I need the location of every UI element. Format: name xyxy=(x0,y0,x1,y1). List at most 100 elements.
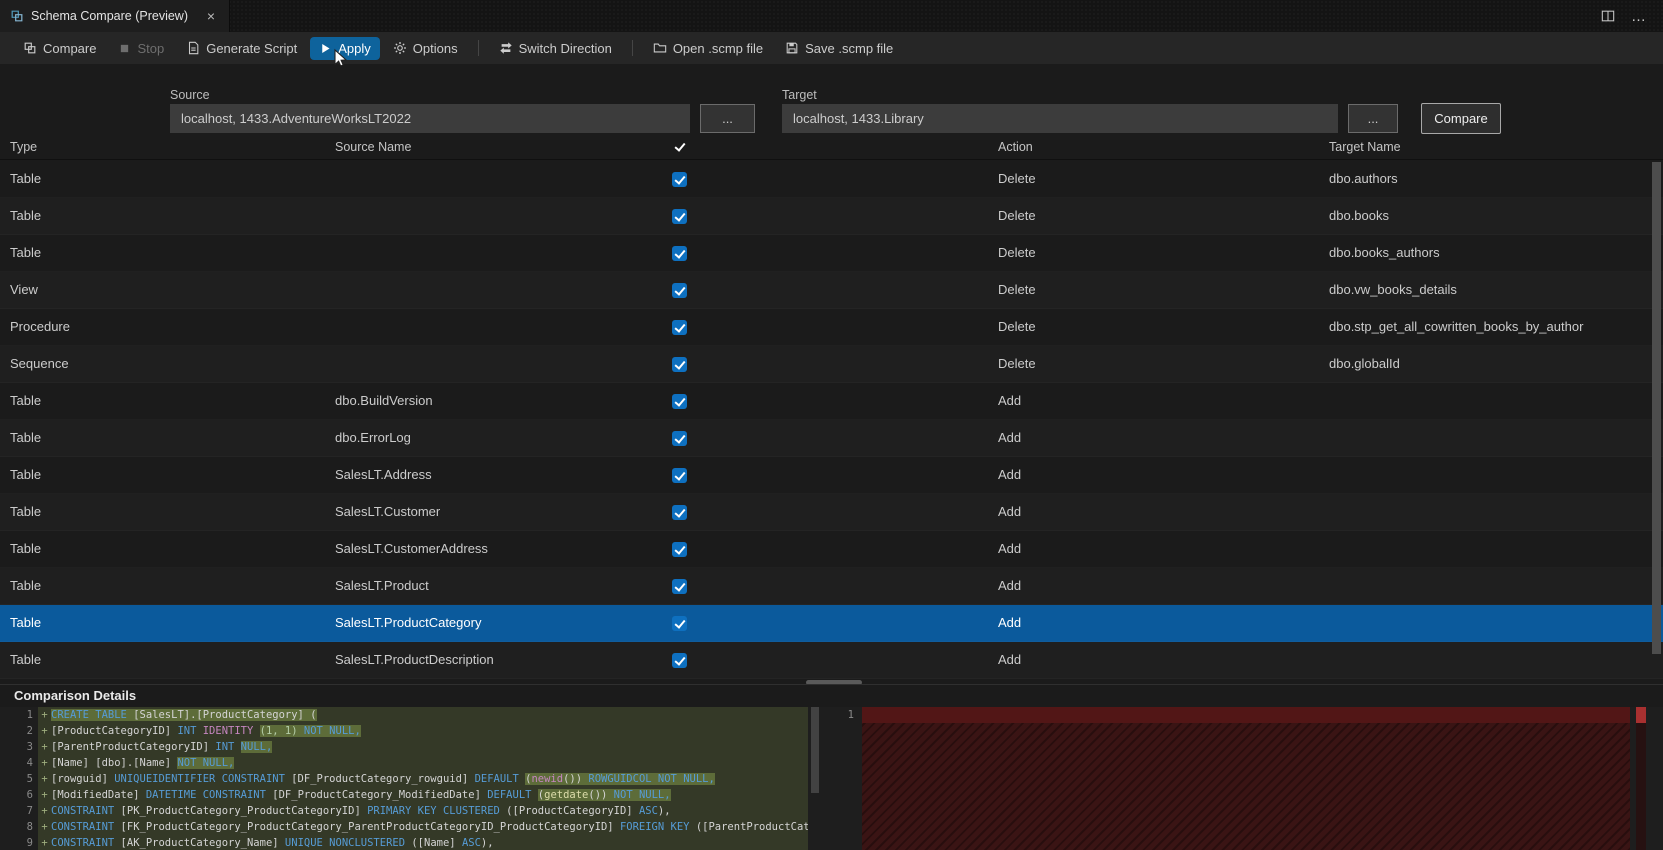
row-type: Table xyxy=(10,541,42,556)
diff-add-marker: + xyxy=(41,805,48,817)
table-row[interactable]: Table dbo.BuildVersion Add xyxy=(0,383,1663,420)
stop-icon xyxy=(118,42,131,55)
target-input[interactable] xyxy=(782,104,1338,133)
row-checkbox-cell xyxy=(672,653,687,668)
stop-button[interactable]: Stop xyxy=(109,37,173,60)
diff-line-added: 8 + CONSTRAINT [FK_ProductCategory_Product… xyxy=(8,819,808,835)
line-number: 5 xyxy=(26,773,33,785)
grid-vertical-scrollbar-thumb[interactable] xyxy=(1652,162,1661,654)
apply-button[interactable]: Apply xyxy=(310,36,380,60)
line-number: 7 xyxy=(26,805,33,817)
row-action: Add xyxy=(998,504,1022,519)
include-checkbox[interactable] xyxy=(672,542,687,557)
diff-left-scrollbar xyxy=(810,707,820,850)
header-target-name: Target Name xyxy=(1329,140,1401,154)
compare-button[interactable]: Compare xyxy=(14,37,105,60)
row-action: Delete xyxy=(998,356,1036,371)
table-row[interactable]: Table Delete dbo.authors xyxy=(0,161,1663,198)
row-source-name: SalesLT.ProductCategory xyxy=(335,615,482,630)
toolbar: Compare Stop Generate Script Apply Options Sw… xyxy=(0,32,1663,64)
diff-line-added: 5 + [rowguid] UNIQUEIDENTIFIER CONSTRAINT … xyxy=(8,771,808,787)
row-source-name: SalesLT.Product xyxy=(335,578,429,593)
toolbar-item-label: Compare xyxy=(43,40,97,56)
include-checkbox[interactable] xyxy=(672,616,687,631)
include-checkbox[interactable] xyxy=(672,653,687,668)
include-checkbox[interactable] xyxy=(672,283,687,298)
header-source-name: Source Name xyxy=(335,140,412,154)
row-action: Add xyxy=(998,541,1022,556)
line-number: 6 xyxy=(26,789,33,801)
more-actions-icon[interactable]: … xyxy=(1631,8,1647,25)
target-browse-button[interactable]: ... xyxy=(1348,104,1398,133)
include-checkbox[interactable] xyxy=(672,579,687,594)
diff-line-added: 2 + [ProductCategoryID] INT IDENTITY (1, 1… xyxy=(8,723,808,739)
split-editor-icon[interactable] xyxy=(1601,9,1615,23)
schema-compare-window: Schema Compare (Preview) × … Compare Stop… xyxy=(0,0,1663,850)
include-checkbox[interactable] xyxy=(672,209,687,224)
include-checkbox[interactable] xyxy=(672,431,687,446)
code-text: + [rowguid] UNIQUEIDENTIFIER CONSTRAINT [… xyxy=(38,771,808,787)
line-number: 3 xyxy=(26,741,33,753)
row-type: View xyxy=(10,282,38,297)
line-number: 8 xyxy=(26,821,33,833)
diff-editor: 1 + CREATE TABLE [SalesLT].[ProductCategor… xyxy=(0,707,1663,850)
row-action: Add xyxy=(998,652,1022,667)
row-target-name: dbo.books xyxy=(1329,208,1389,223)
table-row[interactable]: View Delete dbo.vw_books_details xyxy=(0,272,1663,309)
table-row[interactable]: Table SalesLT.Customer Add xyxy=(0,494,1663,531)
row-action: Delete xyxy=(998,171,1036,186)
compare-button[interactable]: Compare xyxy=(1421,103,1501,134)
table-row[interactable]: Table SalesLT.CustomerAddress Add xyxy=(0,531,1663,568)
row-source-name: dbo.BuildVersion xyxy=(335,393,433,408)
diff-left-scrollbar-thumb[interactable] xyxy=(811,707,819,793)
table-row[interactable]: Table Delete dbo.books_authors xyxy=(0,235,1663,272)
table-row[interactable]: Table SalesLT.Product Add xyxy=(0,568,1663,605)
code-text: + CONSTRAINT [PK_ProductCategory_ProductC… xyxy=(38,803,808,819)
code-text: + CREATE TABLE [SalesLT].[ProductCategory… xyxy=(38,707,808,723)
include-checkbox[interactable] xyxy=(672,320,687,335)
diff-add-marker: + xyxy=(41,837,48,849)
row-action: Add xyxy=(998,615,1022,630)
include-checkbox[interactable] xyxy=(672,172,687,187)
row-checkbox-cell xyxy=(672,616,687,631)
toolbar-item-label: Save .scmp file xyxy=(805,40,894,56)
table-row[interactable]: Table SalesLT.ProductCategory Add xyxy=(0,605,1663,642)
table-row[interactable]: Table SalesLT.ProductDescription Add xyxy=(0,642,1663,679)
row-type: Table xyxy=(10,615,42,630)
row-action: Add xyxy=(998,578,1022,593)
tab-close-icon[interactable]: × xyxy=(203,8,219,24)
line-number: 1 xyxy=(26,709,33,721)
switch-direction-button[interactable]: Switch Direction xyxy=(490,37,621,60)
diff-line-added: 6 + [ModifiedDate] DATETIME CONSTRAINT [DF… xyxy=(8,787,808,803)
row-checkbox-cell xyxy=(672,579,687,594)
row-type: Table xyxy=(10,393,42,408)
row-source-name: SalesLT.Address xyxy=(335,467,432,482)
source-browse-button[interactable]: ... xyxy=(700,104,755,133)
table-row[interactable]: Table SalesLT.Address Add xyxy=(0,457,1663,494)
tab-schema-compare[interactable]: Schema Compare (Preview) × xyxy=(0,0,230,32)
include-checkbox[interactable] xyxy=(672,357,687,372)
generate-script-button[interactable]: Generate Script xyxy=(177,37,306,60)
diff-left-lines: 1 + CREATE TABLE [SalesLT].[ProductCategor… xyxy=(8,707,808,850)
table-row[interactable]: Table Delete dbo.books xyxy=(0,198,1663,235)
table-row[interactable]: Table dbo.ErrorLog Add xyxy=(0,420,1663,457)
include-checkbox[interactable] xyxy=(672,394,687,409)
toolbar-item-label: Stop xyxy=(137,40,165,56)
gear-icon xyxy=(393,41,407,55)
diff-line-added: 7 + CONSTRAINT [PK_ProductCategory_Product… xyxy=(8,803,808,819)
include-checkbox[interactable] xyxy=(672,505,687,520)
row-type: Table xyxy=(10,467,42,482)
diff-overview-ruler[interactable] xyxy=(1636,707,1646,850)
table-row[interactable]: Sequence Delete dbo.globalId xyxy=(0,346,1663,383)
open-scmp-button[interactable]: Open .scmp file xyxy=(644,37,772,60)
include-checkbox[interactable] xyxy=(672,246,687,261)
save-scmp-button[interactable]: Save .scmp file xyxy=(776,37,902,60)
source-input[interactable] xyxy=(170,104,690,133)
row-checkbox-cell xyxy=(672,172,687,187)
open-icon xyxy=(653,41,667,55)
table-row[interactable]: Procedure Delete dbo.stp_get_all_cowritten… xyxy=(0,309,1663,346)
options-button[interactable]: Options xyxy=(384,37,467,60)
row-action: Delete xyxy=(998,208,1036,223)
diff-removed-placeholder xyxy=(862,707,1630,850)
include-checkbox[interactable] xyxy=(672,468,687,483)
